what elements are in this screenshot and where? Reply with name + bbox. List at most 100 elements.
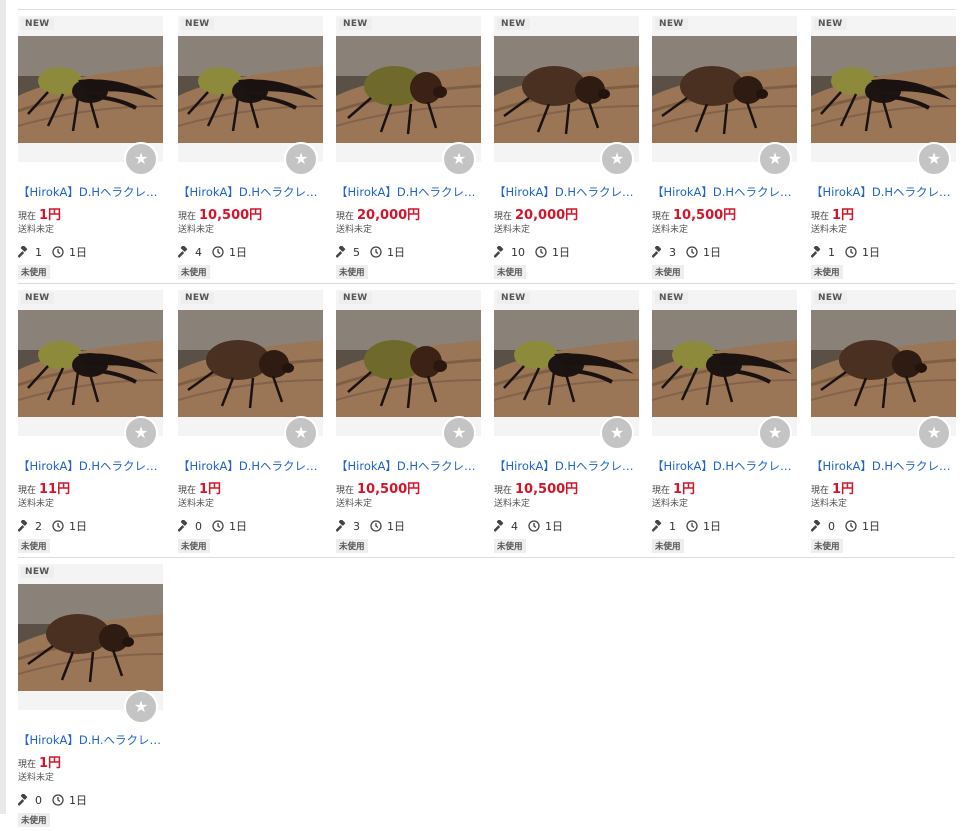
shipping-text: 送料未定 [652,499,689,509]
watchlist-star-button[interactable]: ★ [600,142,634,176]
auction-item-card[interactable]: NEW ★ 【HirokA】D.Hヘラクレス… 現在 10,500円 送料未定 4 1日 未使用 [177,16,323,279]
watchlist-star-button[interactable]: ★ [758,142,792,176]
item-title-link[interactable]: 【HirokA】D.Hヘラクレス… [336,184,481,200]
bid-count: 0 [35,793,42,807]
shipping-text: 送料未定 [494,225,531,235]
current-price: 10,500円 [515,482,579,497]
item-thumbnail[interactable]: NEW ★ [652,16,797,176]
auction-item-card[interactable]: NEW ★ 【HirokA】D.Hヘラクレ… 現在 11円 送料未定 2 1日 未使用 [17,290,163,553]
item-title-link[interactable]: 【HirokA】D.Hヘラクレ… [18,458,163,474]
auction-item-card[interactable]: NEW ★ 【HirokA】D.Hヘラクレ… 現在 1円 送料未定 1 1日 未使用 [651,290,797,553]
beetle-photo[interactable] [811,310,956,417]
item-title-link[interactable]: 【HirokA】D.Hヘラクレス… [18,184,163,200]
bid-count: 0 [828,519,835,533]
auction-item-card[interactable]: NEW ★ 【HirokA】D.Hヘラクレ… 現在 1円 送料未定 0 1日 未使用 [810,290,956,553]
item-meta: 3 1日 [651,244,797,260]
beetle-photo[interactable] [336,36,481,143]
watchlist-star-button[interactable]: ★ [442,416,476,450]
beetle-photo[interactable] [18,584,163,691]
auction-item-card[interactable]: NEW ★ 【HirokA】D.Hヘラクレ… 現在 10,500円 送料未定 3 1日 未使用 [651,16,797,279]
time-left: 1日 [229,246,247,259]
item-title-link[interactable]: 【HirokA】D.Hヘラクレス… [178,184,323,200]
gavel-icon [335,245,348,258]
current-price: 10,500円 [673,208,737,223]
auction-item-card[interactable]: NEW ★ 【HirokA】D.Hヘラクレス… 現在 10,500円 送料未定 3 1日 未使用 [335,290,481,553]
auction-item-card[interactable]: NEW ★ 【HirokA】D.Hヘラクレ… 現在 10,500円 送料未定 4 1日 未使用 [493,290,639,553]
watchlist-star-button[interactable]: ★ [600,416,634,450]
watchlist-star-button[interactable]: ★ [442,142,476,176]
watchlist-star-button[interactable]: ★ [124,690,158,724]
new-badge: NEW [21,566,54,578]
gavel-icon [810,519,823,532]
condition-badge: 未使用 [18,539,50,553]
gavel-icon [651,245,664,258]
item-title-link[interactable]: 【HirokA】D.Hヘラクレ… [811,184,956,200]
watchlist-star-button[interactable]: ★ [124,142,158,176]
new-badge: NEW [181,18,214,30]
item-title-link[interactable]: 【HirokA】D.Hヘラクレ… [652,458,797,474]
price-label: 現在 [178,486,197,496]
item-thumbnail[interactable]: NEW ★ [18,290,163,450]
item-title-link[interactable]: 【HirokA】D.Hヘラクレ… [494,184,639,200]
auction-item-card[interactable]: NEW ★ 【HirokA】D.Hヘラクレス… 現在 20,000円 送料未定 5 1日 未使用 [335,16,481,279]
watchlist-star-button[interactable]: ★ [284,142,318,176]
item-title-link[interactable]: 【HirokA】D.Hヘラクレ… [811,458,956,474]
beetle-photo[interactable] [18,310,163,417]
new-badge: NEW [655,18,688,30]
item-thumbnail[interactable]: NEW ★ [178,290,323,450]
watchlist-star-button[interactable]: ★ [917,142,951,176]
condition-badge: 未使用 [178,539,210,553]
beetle-photo[interactable] [178,36,323,143]
price-line: 現在 1円 [652,479,797,497]
clock-icon [212,246,224,258]
watchlist-star-button[interactable]: ★ [284,416,318,450]
star-icon: ★ [767,423,783,442]
item-title-link[interactable]: 【HirokA】D.Hヘラクレ… [178,458,323,474]
item-thumbnail[interactable]: NEW ★ [336,16,481,176]
auction-item-card[interactable]: NEW ★ 【HirokA】D.Hヘラクレス… 現在 1円 送料未定 1 1日 未使用 [17,16,163,279]
item-thumbnail[interactable]: NEW ★ [178,16,323,176]
time-left: 1日 [552,246,570,259]
item-meta: 4 1日 [493,518,639,534]
beetle-photo[interactable] [494,310,639,417]
new-badge: NEW [339,292,372,304]
item-title-link[interactable]: 【HirokA】D.Hヘラクレ… [494,458,639,474]
shipping-text: 送料未定 [178,225,215,235]
auction-item-card[interactable]: NEW ★ 【HirokA】D.Hヘラクレ… 現在 20,000円 送料未定 10 1日 未使用 [493,16,639,279]
watchlist-star-button[interactable]: ★ [124,416,158,450]
item-thumbnail[interactable]: NEW ★ [18,564,163,724]
item-thumbnail[interactable]: NEW ★ [336,290,481,450]
watchlist-star-button[interactable]: ★ [917,416,951,450]
beetle-photo[interactable] [178,310,323,417]
shipping-text: 送料未定 [652,225,689,235]
clock-icon [686,520,698,532]
beetle-photo[interactable] [18,36,163,143]
clock-icon [52,246,64,258]
beetle-photo[interactable] [652,310,797,417]
item-thumbnail[interactable]: NEW ★ [811,290,956,450]
item-thumbnail[interactable]: NEW ★ [494,16,639,176]
item-meta: 0 1日 [810,518,956,534]
auction-item-card[interactable]: NEW ★ 【HirokA】D.Hヘラクレ… 現在 1円 送料未定 0 1日 未使用 [177,290,323,553]
item-title-link[interactable]: 【HirokA】D.Hヘラクレ… [652,184,797,200]
new-badge: NEW [181,292,214,304]
gavel-icon [17,245,30,258]
auction-item-card[interactable]: NEW ★ 【HirokA】D.Hヘラクレ… 現在 1円 送料未定 1 1日 未使用 [810,16,956,279]
time-left: 1日 [703,246,721,259]
price-label: 現在 [18,486,37,496]
condition-badge: 未使用 [811,265,843,279]
watchlist-star-button[interactable]: ★ [758,416,792,450]
item-title-link[interactable]: 【HirokA】D.Hヘラクレス… [336,458,481,474]
beetle-photo[interactable] [336,310,481,417]
item-thumbnail[interactable]: NEW ★ [811,16,956,176]
beetle-photo[interactable] [811,36,956,143]
beetle-photo[interactable] [494,36,639,143]
auction-item-card[interactable]: NEW ★ 【HirokA】D.H.ヘラクレ… 現在 1円 送料未定 0 1日 未使用 [17,564,163,827]
time-left: 1日 [862,246,880,259]
time-left: 1日 [862,520,880,533]
item-thumbnail[interactable]: NEW ★ [652,290,797,450]
item-thumbnail[interactable]: NEW ★ [18,16,163,176]
item-title-link[interactable]: 【HirokA】D.H.ヘラクレ… [18,732,163,748]
beetle-photo[interactable] [652,36,797,143]
item-thumbnail[interactable]: NEW ★ [494,290,639,450]
